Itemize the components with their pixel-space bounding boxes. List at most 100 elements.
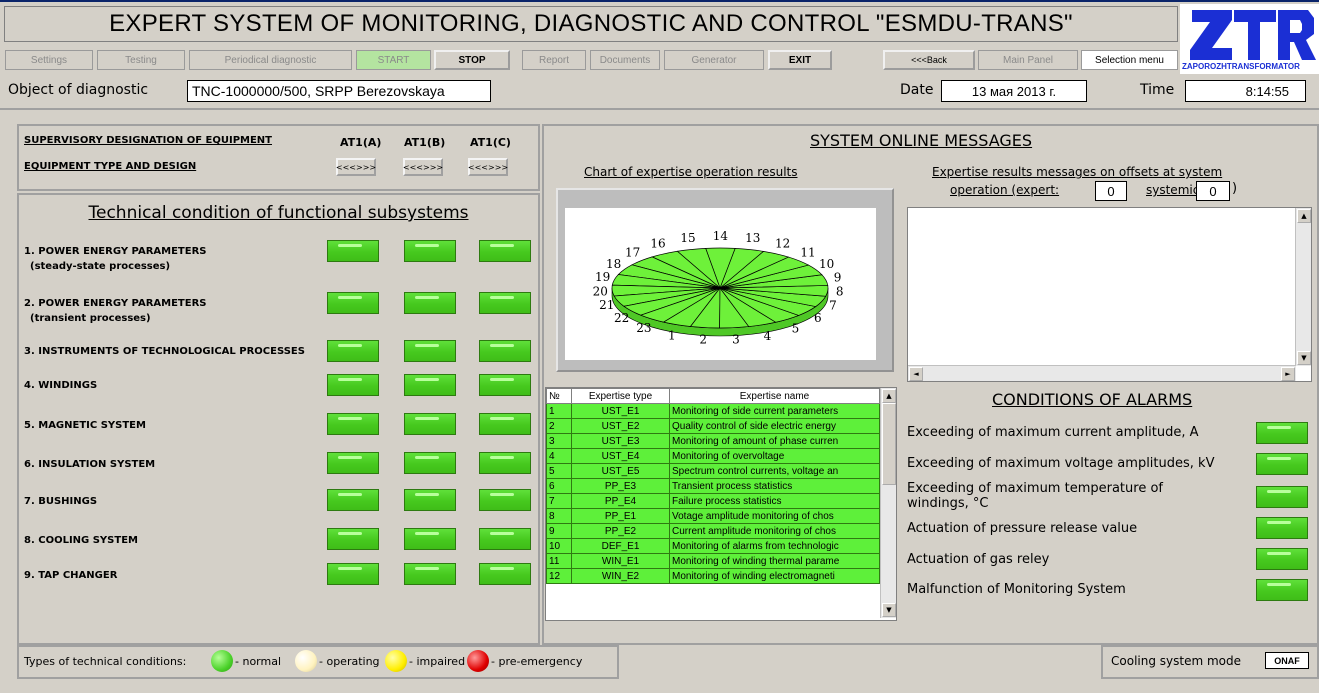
pre-emergency-circle-icon bbox=[467, 650, 489, 672]
table-row[interactable]: 10 DEF_E1 Monitoring of alarms from techno… bbox=[546, 538, 880, 554]
table-row[interactable]: 3 UST_E3 Monitoring of amount of phase cur… bbox=[546, 433, 880, 449]
cell-name: Transient process statistics bbox=[669, 478, 880, 494]
alarm-indicator-2 bbox=[1256, 453, 1308, 475]
settings-button[interactable]: Settings bbox=[5, 50, 93, 70]
table-row[interactable]: 2 UST_E2 Quality control of side electric … bbox=[546, 418, 880, 434]
generator-button[interactable]: Generator bbox=[664, 50, 764, 70]
back-button[interactable]: <<<Back bbox=[883, 50, 975, 70]
pie-slice-label: 11 bbox=[800, 246, 815, 260]
cell-num: 4 bbox=[546, 448, 572, 464]
cell-type: UST_E4 bbox=[571, 448, 670, 464]
table-row[interactable]: 4 UST_E4 Monitoring of overvoltage bbox=[546, 448, 880, 464]
cell-type: PP_E1 bbox=[571, 508, 670, 524]
table-row[interactable]: 12 WIN_E2 Monitoring of winding electromag… bbox=[546, 568, 880, 584]
indicator-8c bbox=[479, 528, 531, 550]
subsystem-name: 6. INSULATION SYSTEM bbox=[24, 459, 156, 470]
indicator-1b bbox=[404, 240, 456, 262]
documents-button[interactable]: Documents bbox=[590, 50, 660, 70]
selection-menu-button[interactable]: Selection menu bbox=[1081, 50, 1178, 70]
date-label: Date bbox=[900, 82, 934, 98]
cell-type: PP_E4 bbox=[571, 493, 670, 509]
systemic-close-paren: ) bbox=[1232, 181, 1238, 196]
indicator-3b bbox=[404, 340, 456, 362]
alarm-label-4: Actuation of pressure release value bbox=[907, 521, 1138, 536]
table-row[interactable]: 11 WIN_E1 Monitoring of winding thermal pa… bbox=[546, 553, 880, 569]
indicator-5a bbox=[327, 413, 379, 435]
indicator-6a bbox=[327, 452, 379, 474]
table-row[interactable]: 1 UST_E1 Monitoring of side current parame… bbox=[546, 403, 880, 419]
table-scroll-up-icon[interactable]: ▲ bbox=[882, 389, 896, 403]
normal-circle-icon bbox=[211, 650, 233, 672]
indicator-9a bbox=[327, 563, 379, 585]
cell-name: Monitoring of winding electromagneti bbox=[669, 568, 880, 584]
scroll-right-icon[interactable]: ► bbox=[1281, 367, 1295, 381]
cell-type: UST_E5 bbox=[571, 463, 670, 479]
cell-name: Monitoring of alarms from technologic bbox=[669, 538, 880, 554]
table-row[interactable]: 5 UST_E5 Spectrum control currents, voltag… bbox=[546, 463, 880, 479]
pie-slice-label: 13 bbox=[745, 231, 760, 245]
cell-num: 8 bbox=[546, 508, 572, 524]
pie-slice-label: 14 bbox=[713, 229, 729, 243]
subsystem-sub: (transient processes) bbox=[30, 313, 151, 324]
scroll-down-icon[interactable]: ▼ bbox=[1297, 351, 1311, 365]
table-scroll-down-icon[interactable]: ▼ bbox=[882, 603, 896, 617]
messages-hscrollbar[interactable]: ◄ ► bbox=[908, 365, 1296, 381]
report-button[interactable]: Report bbox=[522, 50, 586, 70]
pie-slice-label: 7 bbox=[829, 299, 837, 313]
table-row[interactable]: 8 PP_E1 Votage amplitude monitoring of cho… bbox=[546, 508, 880, 524]
cell-num: 5 bbox=[546, 463, 572, 479]
table-scroll-thumb[interactable] bbox=[882, 403, 896, 485]
alarm-label-1: Exceeding of maximum current amplitude, … bbox=[907, 425, 1199, 440]
exit-button[interactable]: EXIT bbox=[768, 50, 832, 70]
cell-num: 7 bbox=[546, 493, 572, 509]
indicator-2c bbox=[479, 292, 531, 314]
table-row[interactable]: 7 PP_E4 Failure process statistics bbox=[546, 493, 880, 509]
object-label: Object of diagnostic bbox=[8, 82, 149, 98]
operating-circle-icon bbox=[295, 650, 317, 672]
indicator-5c bbox=[479, 413, 531, 435]
stop-button[interactable]: STOP bbox=[434, 50, 510, 70]
cooling-label: Cooling system mode bbox=[1111, 654, 1241, 668]
cell-name: Failure process statistics bbox=[669, 493, 880, 509]
alarm-indicator-4 bbox=[1256, 517, 1308, 539]
expertise-table-container[interactable]: № Expertise type Expertise name 1 UST_E1 M… bbox=[545, 387, 897, 621]
object-field[interactable]: TNC-1000000/500, SRPP Berezovskaya bbox=[187, 80, 491, 102]
main-panel-button[interactable]: Main Panel bbox=[978, 50, 1078, 70]
pie-slice-label: 19 bbox=[595, 270, 610, 284]
date-field: 13 мая 2013 г. bbox=[941, 80, 1087, 102]
cell-num: 10 bbox=[546, 538, 572, 554]
table-row[interactable]: 9 PP_E2 Current amplitude monitoring of ch… bbox=[546, 523, 880, 539]
pie-slice-label: 8 bbox=[836, 285, 844, 299]
scroll-left-icon[interactable]: ◄ bbox=[909, 367, 923, 381]
indicator-4a bbox=[327, 374, 379, 396]
subsystem-name: 5. MAGNETIC SYSTEM bbox=[24, 420, 146, 431]
messages-title: SYSTEM ONLINE MESSAGES bbox=[810, 131, 1033, 150]
equipment-type-b-button[interactable]: <<<>>> bbox=[403, 158, 443, 176]
messages-list[interactable]: ▲ ▼ ◄ ► bbox=[907, 207, 1312, 382]
table-vscrollbar[interactable]: ▲ ▼ bbox=[880, 388, 896, 618]
time-field: 8:14:55 bbox=[1185, 80, 1306, 102]
expertise-pie-chart: 1 2 3 4567891011121314151617181920212223 bbox=[593, 229, 844, 347]
scroll-up-icon[interactable]: ▲ bbox=[1297, 209, 1311, 223]
periodical-diagnostic-button[interactable]: Periodical diagnostic bbox=[189, 50, 352, 70]
testing-button[interactable]: Testing bbox=[97, 50, 185, 70]
start-button[interactable]: START bbox=[356, 50, 431, 70]
page-title: EXPERT SYSTEM OF MONITORING, DIAGNOSTIC … bbox=[4, 6, 1178, 42]
time-label: Time bbox=[1140, 82, 1175, 98]
supervisory-designation-label: SUPERVISORY DESIGNATION OF EQUIPMENT bbox=[24, 135, 272, 146]
alarm-indicator-5 bbox=[1256, 548, 1308, 570]
equipment-type-a-button[interactable]: <<<>>> bbox=[336, 158, 376, 176]
subsystem-sub: (steady-state processes) bbox=[30, 261, 171, 272]
equipment-type-c-button[interactable]: <<<>>> bbox=[468, 158, 508, 176]
messages-vscrollbar[interactable]: ▲ ▼ bbox=[1295, 208, 1311, 366]
header-divider bbox=[0, 108, 1319, 110]
phase-b-label: AT1(B) bbox=[404, 136, 446, 149]
table-row[interactable]: 6 PP_E3 Transient process statistics bbox=[546, 478, 880, 494]
legend-normal: - normal bbox=[235, 655, 282, 668]
indicator-3a bbox=[327, 340, 379, 362]
pie-slice-label: 21 bbox=[599, 298, 614, 312]
subsystem-name: 9. TAP CHANGER bbox=[24, 570, 118, 581]
subsystems-title: Technical condition of functional subsys… bbox=[88, 203, 469, 223]
cell-type: PP_E2 bbox=[571, 523, 670, 539]
indicator-2b bbox=[404, 292, 456, 314]
